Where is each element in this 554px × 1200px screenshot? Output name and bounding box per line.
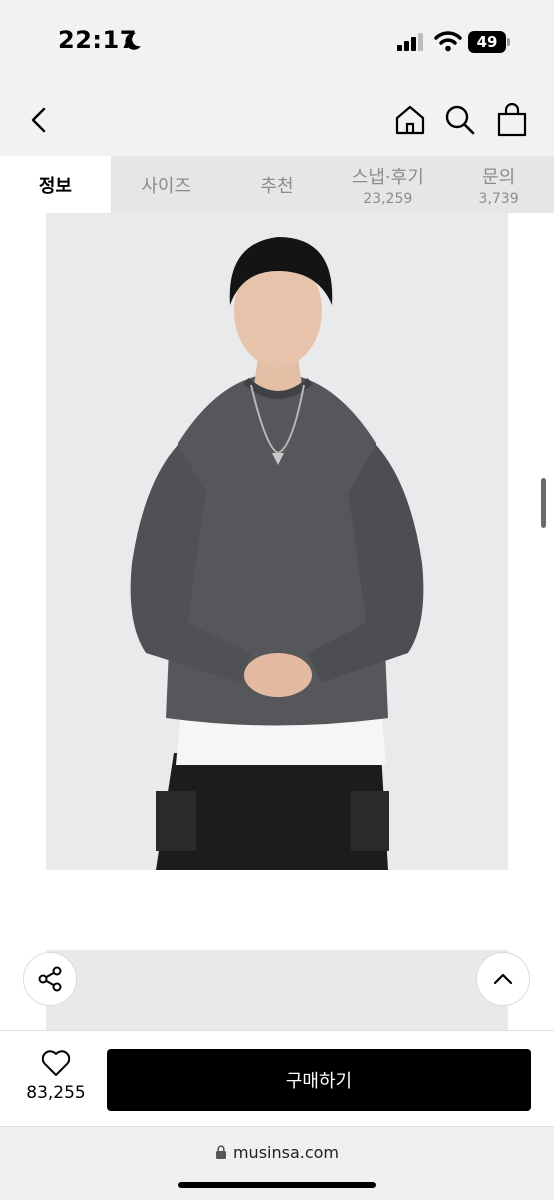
like-count: 83,255 [26, 1083, 86, 1103]
tab-size[interactable]: 사이즈 [111, 156, 222, 213]
tab-label: 사이즈 [141, 175, 192, 197]
product-detail-content [0, 213, 554, 1030]
tab-info[interactable]: 정보 [0, 156, 111, 213]
like-button[interactable]: 83,255 [14, 1049, 98, 1111]
home-icon[interactable] [394, 104, 426, 136]
chevron-up-icon [493, 973, 513, 985]
bag-icon[interactable] [496, 103, 528, 137]
share-button[interactable] [23, 952, 77, 1006]
home-indicator [178, 1182, 376, 1188]
search-icon[interactable] [444, 104, 476, 136]
battery-indicator: 49 [468, 31, 510, 53]
scrollbar[interactable] [541, 478, 546, 528]
tab-label: 정보 [38, 175, 72, 197]
back-icon[interactable] [26, 106, 54, 134]
tab-label: 스냅·후기 [351, 166, 424, 188]
product-image-next [46, 950, 508, 1030]
tab-recommend[interactable]: 추천 [222, 156, 333, 213]
model-photo [46, 213, 508, 870]
purchase-bar: 83,255 구매하기 [0, 1030, 554, 1126]
heart-icon [41, 1050, 71, 1076]
buy-button[interactable]: 구매하기 [107, 1049, 531, 1111]
tab-count: 23,259 [363, 190, 413, 207]
product-image [46, 213, 508, 870]
tab-count: 3,739 [478, 190, 519, 207]
tab-snap-reviews[interactable]: 스냅·후기 23,259 [332, 156, 443, 213]
tab-inquiry[interactable]: 문의 3,739 [443, 156, 554, 213]
url-text: musinsa.com [232, 1143, 340, 1162]
status-bar: 22:17 49 [0, 0, 554, 84]
lock-icon [215, 1145, 226, 1159]
url-field[interactable]: musinsa.com [0, 1143, 554, 1162]
signal-icon [397, 33, 423, 51]
wifi-icon [434, 31, 462, 52]
browser-address-bar: musinsa.com [0, 1126, 554, 1200]
battery-cap [507, 38, 510, 46]
moon-icon [125, 32, 141, 50]
scroll-to-top-button[interactable] [476, 952, 530, 1006]
top-nav [0, 84, 554, 156]
battery-level: 49 [468, 31, 506, 53]
tab-label: 추천 [260, 175, 294, 197]
product-tabs: 정보 사이즈 추천 스냅·후기 23,259 문의 3,739 [0, 156, 554, 213]
share-icon [38, 966, 62, 992]
tab-label: 문의 [482, 166, 516, 188]
